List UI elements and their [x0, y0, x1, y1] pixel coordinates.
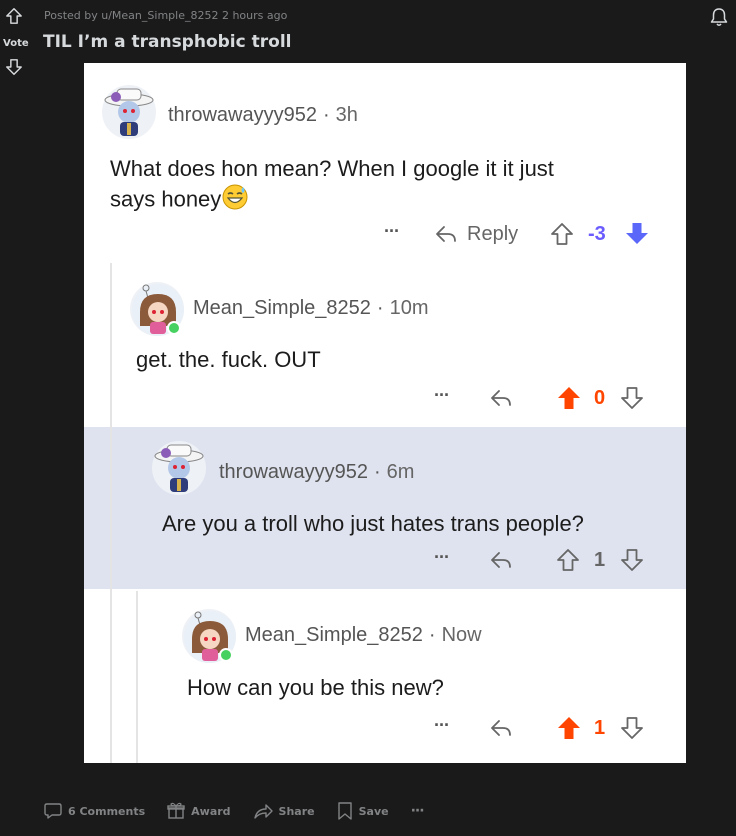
more-options-button[interactable]: ···: [410, 803, 425, 819]
separator: ·: [376, 297, 384, 319]
comment-icon: [44, 803, 62, 819]
comment-actions: ··· 1: [434, 713, 664, 743]
more-options-button[interactable]: ···: [384, 221, 400, 242]
comment-author[interactable]: Mean_Simple_8252 · Now: [245, 624, 482, 647]
comment-actions: ··· 1: [434, 545, 664, 575]
avatar[interactable]: [102, 85, 156, 139]
avatar[interactable]: [152, 441, 206, 495]
comment-text: How can you be this new?: [187, 675, 444, 700]
post-meta[interactable]: Posted by u/Mean_Simple_8252 2 hours ago: [44, 9, 287, 22]
bell-icon[interactable]: [708, 6, 730, 28]
comment-text-line: says honey: [110, 186, 222, 212]
reply-icon[interactable]: [489, 717, 513, 739]
post-footer: 6 Comments Award Share Save ···: [44, 800, 446, 822]
comment-text: What does hon mean? When I google it it …: [110, 154, 554, 218]
comments-button[interactable]: 6 Comments: [44, 802, 145, 820]
avatar[interactable]: [130, 282, 184, 336]
comment-actions: ··· Reply -3: [384, 219, 664, 249]
comment: throwawayyy952 · 6m Are you a troll who ju…: [84, 427, 686, 589]
downvote-icon[interactable]: [620, 715, 644, 741]
comment: throwawayyy952 · 3h What does hon mean? Wh…: [84, 63, 686, 263]
comment-text-line: What does hon mean? When I google it it …: [110, 156, 554, 181]
more-options-button[interactable]: ···: [434, 547, 450, 568]
comment-actions: ··· 0: [434, 383, 664, 413]
reply-icon[interactable]: [489, 387, 513, 409]
reply-icon[interactable]: [434, 223, 458, 245]
comment-author[interactable]: throwawayyy952 · 3h: [168, 104, 358, 127]
vote-count: Vote: [3, 38, 29, 49]
post-title[interactable]: TIL I’m a transphobic troll: [43, 32, 291, 52]
reply-icon[interactable]: [489, 549, 513, 571]
upvote-icon-active[interactable]: [556, 385, 582, 411]
comment-author[interactable]: Mean_Simple_8252 · 10m: [193, 297, 428, 320]
award-label: Award: [191, 804, 231, 818]
more-options-button[interactable]: ···: [434, 715, 450, 736]
upvote-icon[interactable]: [550, 221, 574, 247]
vote-score: 1: [594, 549, 606, 571]
comment-screenshot: throwawayyy952 · 3h What does hon mean? Wh…: [84, 63, 686, 763]
separator: ·: [322, 104, 330, 126]
comment-text: Are you a troll who just hates trans peo…: [162, 511, 584, 536]
bookmark-icon: [337, 802, 352, 820]
upvote-icon-active[interactable]: [556, 715, 582, 741]
reply-button[interactable]: Reply: [467, 223, 518, 246]
avatar[interactable]: [182, 609, 236, 663]
share-label: Share: [278, 804, 315, 818]
downvote-icon[interactable]: [5, 58, 23, 76]
username[interactable]: Mean_Simple_8252: [245, 624, 423, 646]
username[interactable]: Mean_Simple_8252: [193, 297, 371, 319]
avatar-image: [184, 611, 236, 663]
upvote-icon[interactable]: [5, 7, 23, 25]
username[interactable]: throwawayyy952: [168, 104, 317, 126]
gift-icon: [167, 802, 185, 819]
more-options-button[interactable]: ···: [434, 385, 450, 406]
avatar-image: [104, 88, 154, 136]
save-label: Save: [358, 804, 389, 818]
avatar-image: [154, 444, 204, 492]
downvote-icon-active[interactable]: [624, 221, 650, 247]
timestamp: Now: [441, 624, 482, 646]
share-arrow-icon: [253, 804, 273, 819]
timestamp: 6m: [386, 461, 415, 483]
upvote-icon[interactable]: [556, 547, 580, 573]
comment-author[interactable]: throwawayyy952 · 6m: [219, 461, 414, 484]
downvote-icon[interactable]: [620, 547, 644, 573]
vote-score: 1: [594, 717, 606, 739]
downvote-icon[interactable]: [620, 385, 644, 411]
avatar-image: [132, 284, 184, 336]
comment: Mean_Simple_8252 · 10m get. the. fuck. OUT…: [84, 263, 686, 427]
save-button[interactable]: Save: [337, 802, 389, 820]
timestamp: 10m: [389, 297, 429, 319]
comments-count: 6 Comments: [68, 804, 146, 818]
vote-score: -3: [588, 223, 606, 245]
more-options-label: ···: [410, 803, 425, 819]
comment-text: get. the. fuck. OUT: [136, 347, 321, 372]
username[interactable]: throwawayyy952: [219, 461, 368, 483]
grinning-sweat-emoji: [221, 183, 249, 218]
vote-score: 0: [594, 387, 606, 409]
award-button[interactable]: Award: [167, 802, 231, 820]
separator: ·: [428, 624, 436, 646]
timestamp: 3h: [335, 104, 358, 126]
comment: Mean_Simple_8252 · Now How can you be this…: [84, 591, 686, 763]
share-button[interactable]: Share: [253, 802, 315, 820]
separator: ·: [373, 461, 381, 483]
